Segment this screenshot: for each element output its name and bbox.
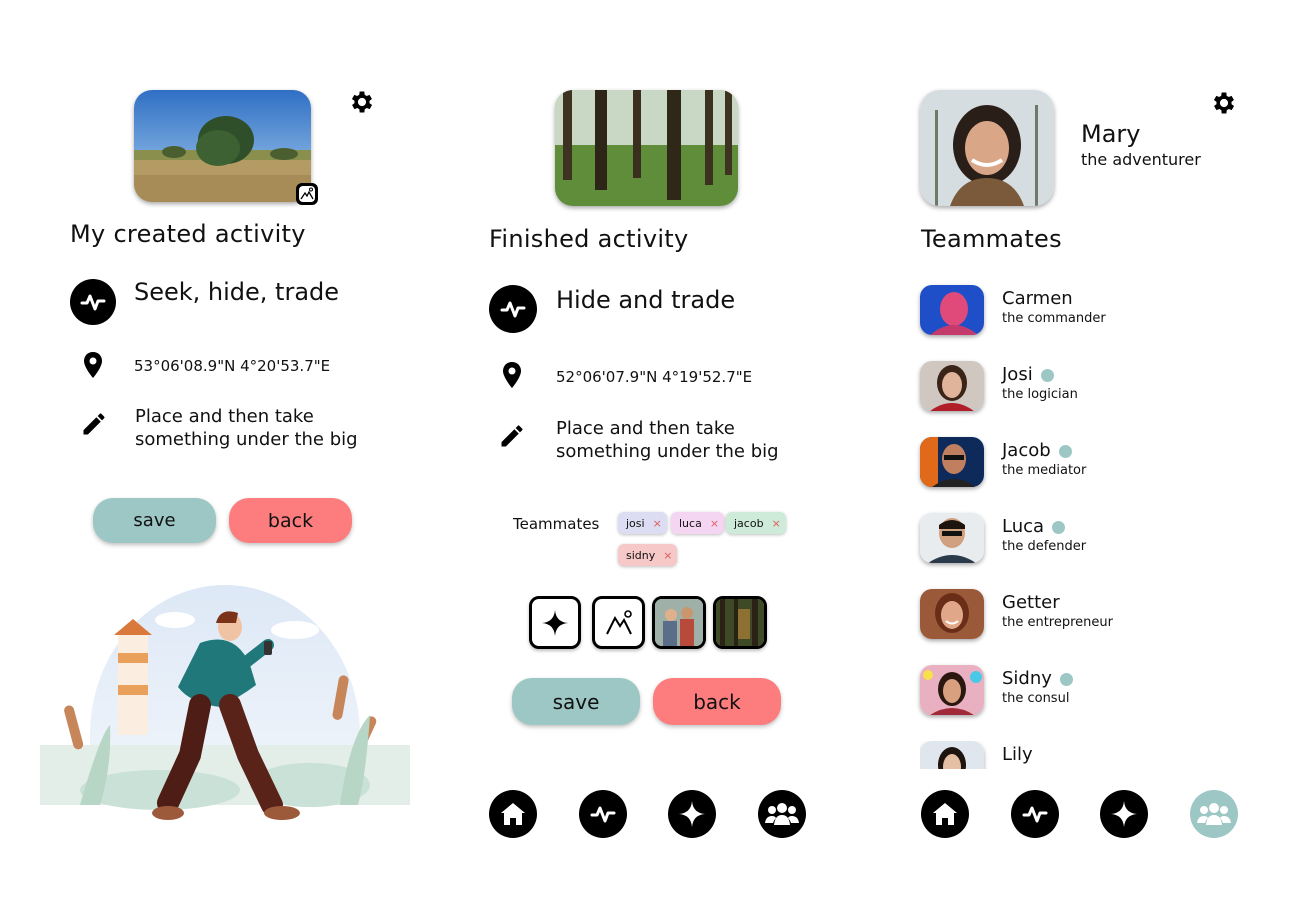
list-item[interactable]: Getter the entrepreneur [920,589,1240,639]
avatar [920,589,984,639]
list-item[interactable]: Josi the logician [920,361,1240,411]
home-icon [501,803,525,825]
sparkle-add-icon [679,801,705,827]
remove-chip-icon[interactable]: × [710,517,719,530]
photo-thumbnail[interactable] [652,596,706,649]
nav-team[interactable] [758,790,806,838]
list-item[interactable]: Lily [920,741,1240,769]
save-button[interactable]: save [93,498,216,543]
activity-name: Hide and trade [556,286,736,314]
image-placeholder-tile[interactable] [592,596,645,649]
avatar [920,513,984,563]
profile-role: the adventurer [1081,150,1201,169]
gear-icon[interactable] [348,88,376,116]
sparkle-add-icon [542,609,568,636]
nav-home[interactable] [921,790,969,838]
activity-description: Place and then take something under the … [135,406,358,450]
activity-cover-photo[interactable] [555,90,738,206]
add-photo-button[interactable] [529,596,581,649]
list-item[interactable]: Sidny the consul [920,665,1240,715]
activity-name: Seek, hide, trade [134,278,340,306]
back-button[interactable]: back [653,678,781,725]
nav-team[interactable] [1190,790,1238,838]
team-icon [1197,803,1231,825]
pencil-icon[interactable] [498,422,526,450]
profile-name: Mary [1081,120,1141,148]
online-status-icon [1059,672,1073,686]
list-item[interactable]: Jacob the mediator [920,437,1240,487]
gear-icon[interactable] [1210,89,1238,117]
avatar [920,437,984,487]
nav-create[interactable] [668,790,716,838]
avatar [920,285,984,335]
avatar [920,361,984,411]
sparkle-add-icon [1111,801,1137,827]
back-button[interactable]: back [229,498,352,543]
teammate-chip-jacob[interactable]: jacob × [726,512,786,534]
nav-activity[interactable] [579,790,627,838]
activity-coordinates: 53°06'08.9"N 4°20'53.7"E [134,357,331,375]
activity-description: Place and then take something under the … [556,418,779,462]
teammate-chip-sidny[interactable]: sidny × [618,544,678,566]
nav-home[interactable] [489,790,537,838]
image-icon [605,609,632,634]
walking-person-illustration [40,585,410,820]
online-status-icon [1058,444,1072,458]
team-icon [765,803,799,825]
teammate-chip-josi[interactable]: josi × [618,512,667,534]
teammate-chip-luca[interactable]: luca × [671,512,725,534]
section-title: Teammates [921,225,1062,253]
activity-pulse-icon [70,279,116,325]
list-item[interactable]: Luca the defender [920,513,1240,563]
activity-coordinates: 52°06'07.9"N 4°19'52.7"E [556,368,753,386]
save-button[interactable]: save [512,678,640,725]
avatar [920,665,984,715]
nav-activity[interactable] [1011,790,1059,838]
page-title: My created activity [70,220,306,248]
online-status-icon [1040,368,1054,382]
activity-pulse-icon [489,285,537,333]
activity-cover-photo[interactable] [134,90,311,202]
avatar [920,741,984,769]
pencil-icon[interactable] [80,410,108,438]
remove-chip-icon[interactable]: × [653,517,662,530]
online-status-icon [1052,520,1066,534]
list-item[interactable]: Carmen the commander [920,285,1240,335]
activity-pulse-icon [1022,806,1048,823]
teammates-label: Teammates [513,515,600,533]
remove-chip-icon[interactable]: × [772,517,781,530]
avatar[interactable] [920,90,1054,206]
image-icon[interactable] [296,183,318,205]
remove-chip-icon[interactable]: × [663,549,672,562]
home-icon [933,803,957,825]
page-title: Finished activity [489,225,689,253]
photo-thumbnail[interactable] [713,596,767,649]
location-pin-icon [84,352,102,378]
location-pin-icon [503,362,521,388]
activity-pulse-icon [590,806,616,823]
nav-create[interactable] [1100,790,1148,838]
